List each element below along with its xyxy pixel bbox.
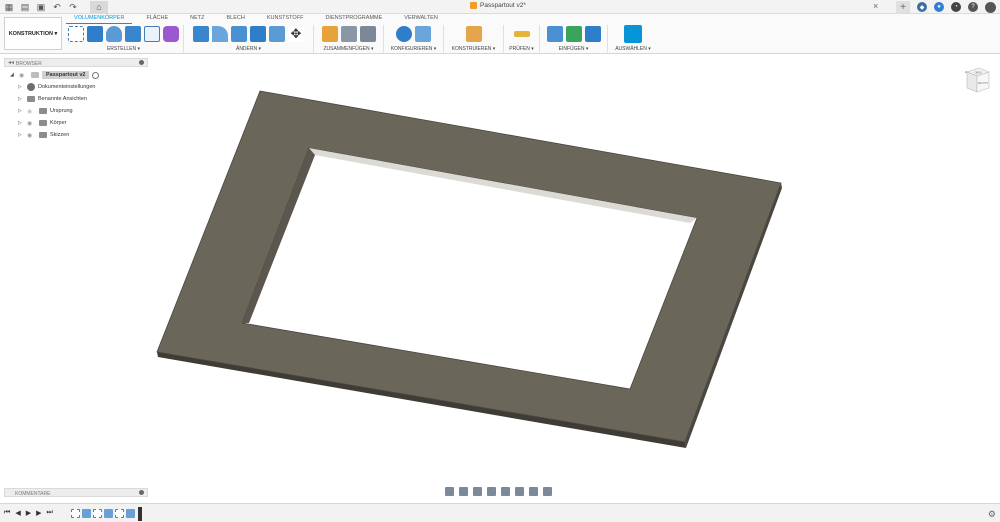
group-einfuegen: EINFÜGEN ▾ [540, 25, 608, 54]
plus-icon[interactable]: + [896, 1, 910, 13]
group-label-aendern[interactable]: ÄNDERN ▾ [236, 46, 261, 52]
timeline-sketch-icon[interactable] [115, 509, 124, 518]
grid-icon[interactable]: ▦ [4, 2, 14, 12]
ribbon-tabs: VOLUMENKÖRPER FLÄCHE NETZ BLECH KUNSTSTO… [66, 14, 446, 24]
display-settings-icon[interactable] [515, 487, 524, 496]
insert-image-icon[interactable] [584, 26, 601, 42]
timeline-sketch-icon[interactable] [93, 509, 102, 518]
joint-icon[interactable] [340, 26, 357, 42]
group-label-zusammenfuegen[interactable]: ZUSAMMENFÜGEN ▾ [323, 46, 373, 52]
orbit-icon[interactable] [445, 487, 454, 496]
pan-icon[interactable] [473, 487, 482, 496]
timeline-extrude-icon[interactable] [126, 509, 135, 518]
passepartout-frame[interactable] [156, 90, 782, 443]
group-erstellen: ERSTELLEN ▾ [64, 25, 184, 54]
chamfer-icon[interactable] [231, 26, 247, 42]
title-bar: ▦ ▤ ▣ ↶ ↷ ⌂ Passpartout v2* × + ◆ ● ◔ ? [0, 0, 1000, 14]
extrude-icon[interactable] [87, 26, 103, 42]
comments-title: KOMMENTARE [15, 490, 51, 497]
group-pruefen: PRÜFEN ▾ [504, 25, 540, 54]
settings-gear-icon[interactable]: ⚙ [988, 509, 996, 520]
group-label-pruefen[interactable]: PRÜFEN ▾ [509, 46, 533, 52]
measure-icon[interactable] [513, 31, 530, 37]
home-icon[interactable]: ⌂ [90, 0, 108, 14]
tab-netz[interactable]: NETZ [176, 14, 212, 24]
plane-icon[interactable] [465, 26, 482, 42]
go-to-end-icon[interactable]: ⏭ [46, 509, 52, 517]
timeline-bar: ⏮ ◀ ▶ ▶ ⏭ ⚙ [0, 503, 1000, 522]
viewports-icon[interactable] [543, 487, 552, 496]
group-aendern: ✥ ÄNDERN ▾ [184, 25, 314, 54]
comments-panel-header[interactable]: KOMMENTARE [4, 488, 148, 497]
save-icon[interactable]: ▣ [36, 2, 46, 12]
combine-icon[interactable] [269, 26, 285, 42]
titlebar-right-tools: + ◆ ● ◔ ? [896, 1, 996, 13]
insert-derive-icon[interactable] [546, 26, 563, 42]
ribbon-toolbar: KONSTRUKTION ▾ VOLUMENKÖRPER FLÄCHE NETZ… [0, 14, 1000, 54]
grid-settings-icon[interactable] [529, 487, 538, 496]
navigation-bar [445, 487, 552, 496]
timeline-steps [71, 509, 135, 518]
ribbon-groups: ERSTELLEN ▾ ✥ ÄNDERN ▾ ZUSAMMENFÜGEN ▾ K… [64, 25, 658, 54]
hole-icon[interactable] [125, 26, 141, 42]
fillet-icon[interactable] [212, 26, 228, 42]
quick-access-toolbar: ▦ ▤ ▣ ↶ ↷ ⌂ [4, 0, 108, 14]
configure-icon[interactable] [396, 26, 412, 42]
clock-icon[interactable]: ◔ [951, 2, 961, 12]
comments-options-icon[interactable] [139, 490, 144, 495]
redo-icon[interactable]: ↷ [68, 2, 78, 12]
workspace-switcher[interactable]: KONSTRUKTION ▾ [4, 17, 62, 50]
group-label-konfigurieren[interactable]: KONFIGURIEREN ▾ [391, 46, 437, 52]
pattern-icon[interactable] [144, 26, 160, 42]
tab-volumenkoerper[interactable]: VOLUMENKÖRPER [66, 14, 133, 24]
revolve-icon[interactable] [106, 26, 122, 42]
look-at-icon[interactable] [459, 487, 468, 496]
shell-icon[interactable] [250, 26, 266, 42]
timeline-sketch-icon[interactable] [71, 509, 80, 518]
extensions-icon[interactable]: ◆ [917, 2, 927, 12]
group-konstruieren: KONSTRUIEREN ▾ [444, 25, 504, 54]
user-avatar[interactable] [985, 1, 996, 13]
play-icon[interactable]: ▶ [26, 509, 31, 517]
fit-icon[interactable] [501, 487, 510, 496]
group-zusammenfuegen: ZUSAMMENFÜGEN ▾ [314, 25, 384, 54]
timeline-extrude-icon[interactable] [104, 509, 113, 518]
close-tab-icon[interactable]: × [873, 1, 878, 11]
tab-flaeche[interactable]: FLÄCHE [132, 14, 176, 24]
document-tab[interactable]: Passpartout v2* [470, 2, 526, 9]
new-component-icon[interactable] [321, 26, 338, 42]
document-cube-icon [470, 2, 477, 9]
sketch-icon[interactable] [68, 26, 84, 42]
model-viewport[interactable] [0, 55, 1000, 487]
tab-dienstprogramme[interactable]: DIENSTPROGRAMME [311, 14, 390, 24]
move-icon[interactable]: ✥ [288, 26, 304, 42]
help-icon[interactable]: ? [968, 2, 978, 12]
go-to-start-icon[interactable]: ⏮ [4, 509, 10, 517]
file-icon[interactable]: ▤ [20, 2, 30, 12]
group-label-einfuegen[interactable]: EINFÜGEN ▾ [559, 46, 589, 52]
undo-icon[interactable]: ↶ [52, 2, 62, 12]
group-label-konstruieren[interactable]: KONSTRUIEREN ▾ [452, 46, 496, 52]
press-pull-icon[interactable] [193, 26, 209, 42]
group-label-erstellen[interactable]: ERSTELLEN ▾ [107, 46, 140, 52]
zoom-icon[interactable] [487, 487, 496, 496]
form-icon[interactable] [163, 26, 179, 42]
timeline-extrude-icon[interactable] [82, 509, 91, 518]
table-icon[interactable] [415, 26, 431, 42]
group-konfigurieren: KONFIGURIEREN ▾ [384, 25, 444, 54]
document-title: Passpartout v2* [480, 2, 526, 9]
timeline-controls: ⏮ ◀ ▶ ▶ ⏭ [4, 509, 53, 517]
insert-mesh-icon[interactable] [565, 26, 582, 42]
group-auswaehlen: AUSWÄHLEN ▾ [608, 25, 658, 54]
notifications-icon[interactable]: ● [934, 2, 944, 12]
tab-blech[interactable]: BLECH [213, 14, 253, 24]
tab-verwalten[interactable]: VERWALTEN [390, 14, 446, 24]
step-forward-icon[interactable]: ▶ [36, 509, 41, 517]
as-built-joint-icon[interactable] [359, 26, 376, 42]
tab-kunststoff[interactable]: KUNSTSTOFF [253, 14, 312, 24]
timeline-marker[interactable] [138, 507, 142, 521]
group-label-auswaehlen[interactable]: AUSWÄHLEN ▾ [615, 46, 651, 52]
select-icon[interactable] [624, 25, 642, 43]
step-back-icon[interactable]: ◀ [15, 509, 20, 517]
